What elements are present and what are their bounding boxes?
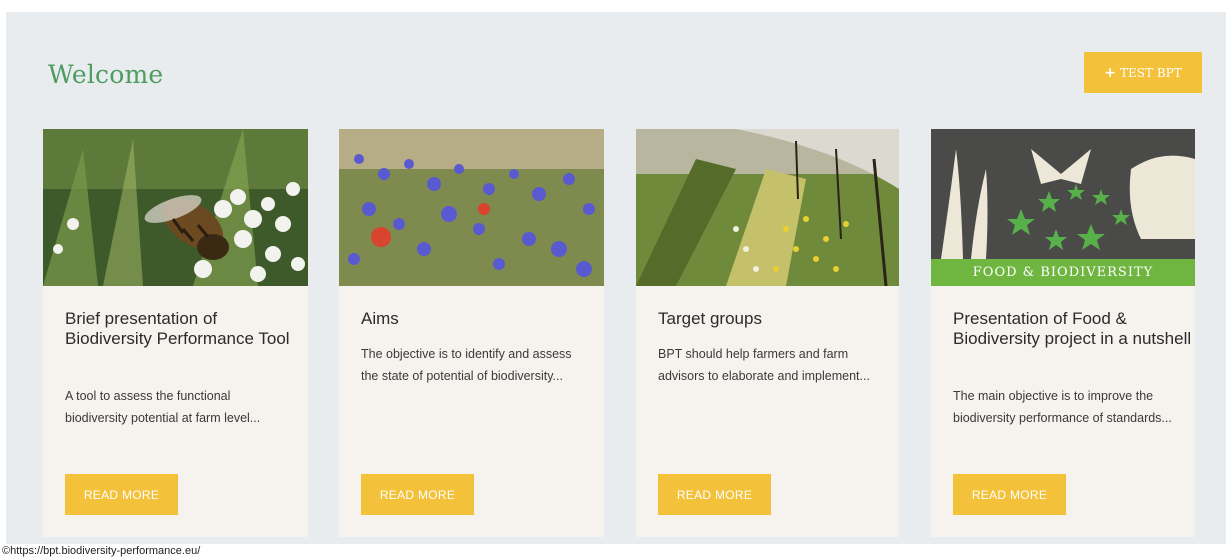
card-food-biodiversity: FOOD & BIODIVERSITY Presentation of Food… xyxy=(931,129,1195,537)
card-title: Brief presentation of Biodiversity Perfo… xyxy=(65,309,290,348)
bee-on-flowers-image xyxy=(43,129,308,286)
card-aims: Aims The objective is to identify and as… xyxy=(339,129,604,537)
read-more-button[interactable]: READ MORE xyxy=(361,474,474,515)
card-text: The objective is to identify and assess … xyxy=(361,347,572,383)
card-title: Presentation of Food & Biodiversity proj… xyxy=(953,309,1192,348)
test-bpt-label: TEST BPT xyxy=(1120,65,1182,80)
read-more-button[interactable]: READ MORE xyxy=(65,474,178,515)
source-credit: ©https://bpt.biodiversity-performance.eu… xyxy=(2,545,201,557)
card-text: BPT should help farmers and farm advisor… xyxy=(658,347,870,383)
plus-icon: + xyxy=(1104,64,1117,81)
page-title: Welcome xyxy=(48,60,164,89)
test-bpt-button[interactable]: + TEST BPT xyxy=(1084,52,1202,93)
food-biodiversity-logo-image: FOOD & BIODIVERSITY xyxy=(931,129,1195,286)
card-brief-presentation: Brief presentation of Biodiversity Perfo… xyxy=(43,129,308,537)
card-text: A tool to assess the functional biodiver… xyxy=(65,389,261,425)
read-more-button[interactable]: READ MORE xyxy=(658,474,771,515)
card-title: Aims xyxy=(361,309,399,328)
read-more-button[interactable]: READ MORE xyxy=(953,474,1066,515)
card-target-groups: Target groups BPT should help farmers an… xyxy=(636,129,899,537)
field-margin-image xyxy=(636,129,899,286)
card-title: Target groups xyxy=(658,309,762,328)
logo-text: FOOD & BIODIVERSITY xyxy=(972,265,1154,280)
wildflower-meadow-image xyxy=(339,129,604,286)
card-text: The main objective is to improve the bio… xyxy=(953,389,1172,425)
